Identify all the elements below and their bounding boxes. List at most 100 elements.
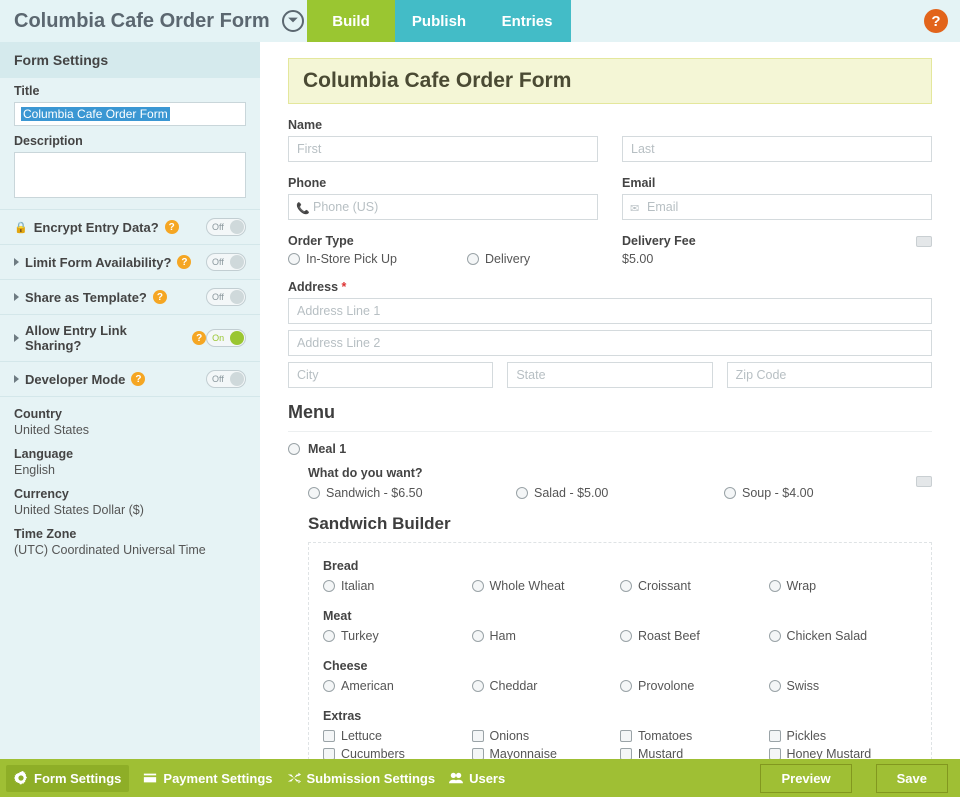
field-email[interactable]: Email ✉ [622, 176, 932, 220]
save-button[interactable]: Save [876, 764, 948, 793]
toggle-switch[interactable]: Off [206, 288, 246, 306]
city-input[interactable] [288, 362, 493, 388]
form-title: Columbia Cafe Order Form [14, 10, 270, 33]
meta-timezone[interactable]: Time Zone(UTC) Coordinated Universal Tim… [14, 527, 246, 557]
radio-icon [323, 680, 335, 692]
ordertype-delivery[interactable]: Delivery [467, 252, 530, 266]
cheese-american[interactable]: American [323, 679, 472, 693]
extra-mustard[interactable]: Mustard [620, 747, 769, 759]
want-salad[interactable]: Salad - $5.00 [516, 486, 724, 500]
email-input[interactable] [622, 194, 932, 220]
tab-entries[interactable]: Entries [483, 0, 571, 42]
meat-turkey[interactable]: Turkey [323, 629, 472, 643]
bread-italian[interactable]: Italian [323, 579, 472, 593]
toggle-switch[interactable]: On [206, 329, 246, 347]
chevron-down-icon [287, 14, 299, 29]
checkbox-icon [769, 748, 781, 759]
canvas-form-title[interactable]: Columbia Cafe Order Form [288, 58, 932, 104]
extra-mayonnaise[interactable]: Mayonnaise [472, 747, 621, 759]
help-button[interactable]: ? [924, 9, 948, 33]
toggle-label: Allow Entry Link Sharing? [25, 323, 186, 353]
phone-input[interactable] [288, 194, 598, 220]
help-icon[interactable]: ? [153, 290, 167, 304]
address-line2-input[interactable] [288, 330, 932, 356]
help-icon[interactable]: ? [165, 220, 179, 234]
tool-payment-settings[interactable]: Payment Settings [143, 771, 272, 786]
address-line1-input[interactable] [288, 298, 932, 324]
toggle-share-template[interactable]: Share as Template? ? Off [0, 279, 260, 314]
meal-1[interactable]: Meal 1 What do you want? Sandwich - $6.5… [288, 431, 932, 759]
tab-publish[interactable]: Publish [395, 0, 483, 42]
meat-roast-beef[interactable]: Roast Beef [620, 629, 769, 643]
extra-cucumbers[interactable]: Cucumbers [323, 747, 472, 759]
extra-tomatoes[interactable]: Tomatoes [620, 729, 769, 743]
toggle-label: Developer Mode [25, 372, 125, 387]
preview-button[interactable]: Preview [760, 764, 851, 793]
toggle-label: Encrypt Entry Data? [34, 220, 159, 235]
toggle-switch[interactable]: Off [206, 370, 246, 388]
checkbox-icon [620, 748, 632, 759]
bread-wrap[interactable]: Wrap [769, 579, 918, 593]
bread-croissant[interactable]: Croissant [620, 579, 769, 593]
want-sandwich[interactable]: Sandwich - $6.50 [308, 486, 516, 500]
form-description-field: Description [0, 128, 260, 203]
help-icon[interactable]: ? [177, 255, 191, 269]
last-name-input[interactable] [622, 136, 932, 162]
form-title-field: Title Columbia Cafe Order Form [0, 78, 260, 128]
radio-icon [516, 487, 528, 499]
meat-ham[interactable]: Ham [472, 629, 621, 643]
sandwich-builder[interactable]: Bread Italian Whole Wheat Croissant Wrap… [308, 542, 932, 759]
toggle-developer-mode[interactable]: Developer Mode ? Off [0, 361, 260, 397]
toggle-limit-availability[interactable]: Limit Form Availability? ? Off [0, 244, 260, 279]
bread-whole-wheat[interactable]: Whole Wheat [472, 579, 621, 593]
radio-icon [472, 580, 484, 592]
field-phone[interactable]: Phone 📞 [288, 176, 598, 220]
toggle-switch[interactable]: Off [206, 218, 246, 236]
state-input[interactable] [507, 362, 712, 388]
cheese-swiss[interactable]: Swiss [769, 679, 918, 693]
zip-input[interactable] [727, 362, 932, 388]
ordertype-pickup[interactable]: In-Store Pick Up [288, 252, 397, 266]
extra-pickles[interactable]: Pickles [769, 729, 918, 743]
tool-form-settings[interactable]: Form Settings [6, 765, 129, 792]
field-order-type[interactable]: Order Type In-Store Pick Up Delivery [288, 234, 598, 266]
meta-country[interactable]: CountryUnited States [14, 407, 246, 437]
extra-lettuce[interactable]: Lettuce [323, 729, 472, 743]
meat-label: Meat [323, 609, 917, 623]
checkbox-icon [620, 730, 632, 742]
radio-icon [620, 580, 632, 592]
title-input[interactable]: Columbia Cafe Order Form [14, 102, 246, 126]
field-name[interactable]: Name [288, 118, 932, 162]
want-soup[interactable]: Soup - $4.00 [724, 486, 932, 500]
field-address[interactable]: Address * [288, 280, 932, 388]
cheese-provolone[interactable]: Provolone [620, 679, 769, 693]
form-switcher-button[interactable] [282, 10, 304, 32]
extra-honey-mustard[interactable]: Honey Mustard [769, 747, 918, 759]
phone-icon: 📞 [296, 202, 310, 215]
tool-submission-settings[interactable]: Submission Settings [287, 771, 436, 786]
email-label: Email [622, 176, 932, 190]
radio-icon [769, 630, 781, 642]
help-icon[interactable]: ? [131, 372, 145, 386]
toggle-switch[interactable]: Off [206, 253, 246, 271]
description-input[interactable] [14, 152, 246, 198]
meta-currency[interactable]: CurrencyUnited States Dollar ($) [14, 487, 246, 517]
address-label: Address * [288, 280, 932, 294]
users-icon [449, 771, 463, 785]
form-canvas[interactable]: Columbia Cafe Order Form Name Phone 📞 Em… [260, 42, 960, 759]
toggle-link-sharing[interactable]: Allow Entry Link Sharing? ? On [0, 314, 260, 361]
radio-icon [323, 580, 335, 592]
cheese-cheddar[interactable]: Cheddar [472, 679, 621, 693]
checkbox-icon [323, 748, 335, 759]
tool-users[interactable]: Users [449, 771, 505, 786]
toggle-encrypt[interactable]: 🔒Encrypt Entry Data? ? Off [0, 209, 260, 244]
description-label: Description [14, 134, 246, 148]
meat-chicken-salad[interactable]: Chicken Salad [769, 629, 918, 643]
meta-language[interactable]: LanguageEnglish [14, 447, 246, 477]
field-delivery-fee[interactable]: Delivery Fee $5.00 [622, 234, 932, 266]
radio-icon [323, 630, 335, 642]
first-name-input[interactable] [288, 136, 598, 162]
help-icon[interactable]: ? [192, 331, 206, 345]
extra-onions[interactable]: Onions [472, 729, 621, 743]
tab-build[interactable]: Build [307, 0, 395, 42]
